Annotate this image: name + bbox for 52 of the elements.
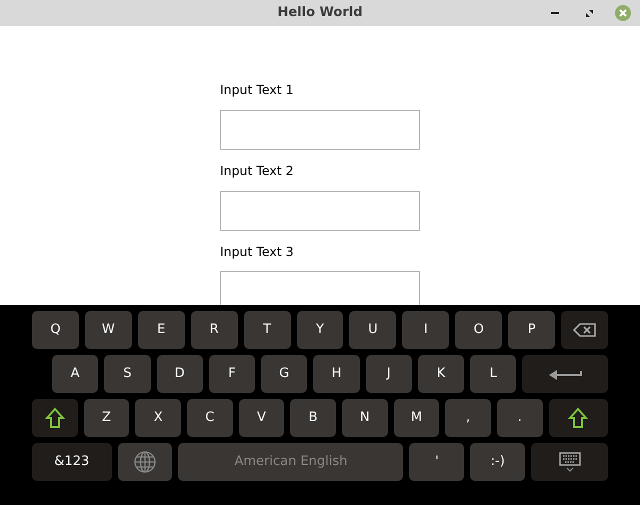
key[interactable]: H xyxy=(313,355,360,393)
hide-keyboard-key[interactable] xyxy=(531,443,608,481)
key[interactable]: ' xyxy=(409,443,464,481)
field-label: Input Text 1 xyxy=(220,81,295,99)
key[interactable]: U xyxy=(349,311,396,349)
key[interactable]: F xyxy=(208,355,256,393)
key[interactable]: A xyxy=(52,355,98,393)
key[interactable]: B xyxy=(290,399,336,437)
enter-key[interactable] xyxy=(522,355,608,393)
keyboard-icon xyxy=(558,451,582,473)
key[interactable]: P xyxy=(508,311,556,349)
key[interactable]: Z xyxy=(84,399,130,437)
window-title: Hello World xyxy=(277,4,363,22)
field-label: Input Text 2 xyxy=(220,162,295,180)
key[interactable]: T xyxy=(244,311,291,349)
shift-key[interactable] xyxy=(32,399,78,437)
key[interactable]: L xyxy=(470,355,516,393)
key[interactable]: N xyxy=(342,399,388,437)
key[interactable]: M xyxy=(394,399,440,437)
key[interactable]: K xyxy=(418,355,464,393)
key[interactable]: I xyxy=(402,311,450,349)
key[interactable]: J xyxy=(366,355,412,393)
key[interactable]: R xyxy=(190,311,238,349)
key[interactable]: X xyxy=(135,399,181,437)
globe-icon xyxy=(134,451,156,473)
enter-icon xyxy=(548,368,582,380)
key[interactable]: V xyxy=(238,399,284,437)
key[interactable]: . xyxy=(496,399,543,437)
key[interactable]: E xyxy=(138,311,185,349)
key[interactable]: S xyxy=(104,355,151,393)
minimize-icon xyxy=(551,12,559,14)
key[interactable]: :-) xyxy=(470,443,526,481)
globe-key[interactable] xyxy=(118,443,172,481)
key[interactable]: O xyxy=(455,311,502,349)
shift-key[interactable] xyxy=(548,399,608,437)
backspace-key[interactable] xyxy=(561,311,608,349)
maximize-icon xyxy=(584,8,594,18)
backspace-icon xyxy=(572,323,597,337)
field-label: Input Text 3 xyxy=(220,242,295,261)
key[interactable]: W xyxy=(84,311,132,349)
key[interactable]: G xyxy=(261,355,308,393)
key[interactable]: C xyxy=(186,399,233,437)
key[interactable]: D xyxy=(156,355,203,393)
key[interactable]: Q xyxy=(32,311,79,349)
close-icon xyxy=(614,4,632,22)
input-field[interactable] xyxy=(220,110,420,150)
input-field[interactable] xyxy=(220,190,420,230)
shift-icon xyxy=(44,407,65,429)
key[interactable]: Y xyxy=(296,311,344,349)
shift-icon xyxy=(568,407,588,429)
key[interactable]: , xyxy=(445,399,491,437)
symbols-key[interactable]: &123 xyxy=(32,443,112,481)
